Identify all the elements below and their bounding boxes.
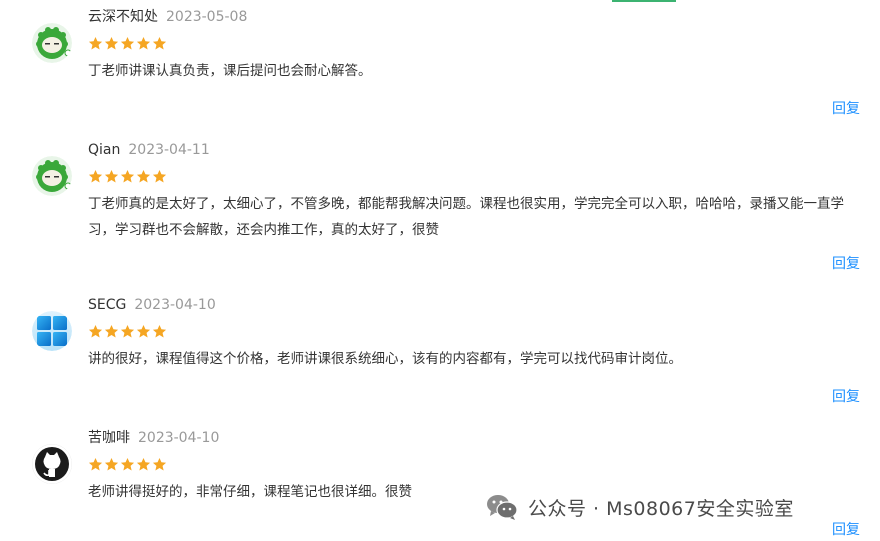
watermark-text: 公众号 · Ms08067安全实验室 [528,497,794,520]
username: SECG [88,297,127,313]
avatar[interactable] [32,444,72,484]
username: 云深不知处 [88,9,158,25]
avatar[interactable] [32,156,72,196]
star-icon [88,457,103,471]
review-meta: 苦咖啡 2023-04-10 [88,429,219,447]
review-item: 苦咖啡 2023-04-10 老师讲得挺好的，非常仔细，课程笔记也很详细。很赞 回… [0,429,880,541]
star-icon [152,457,167,471]
wechat-logo-icon [487,495,518,520]
top-accent-strip [612,0,676,2]
green-cactus-avatar-icon [32,156,72,196]
review-text: 讲的很好，课程值得这个价格，老师讲课很系统细心，该有的内容都有，学完可以找代码审… [88,351,682,367]
star-rating [88,36,167,51]
star-icon [136,169,151,183]
review-meta: 云深不知处 2023-05-08 [88,8,247,26]
review-item: Qian 2023-04-11 丁老师真的是太好了，太细心了，不管多晚，都能帮我解… [0,141,880,281]
star-icon [104,36,119,50]
green-cactus-avatar-icon [32,23,72,63]
review-date: 2023-05-08 [166,9,248,25]
star-icon [136,36,151,50]
star-icon [120,324,135,338]
avatar[interactable] [32,23,72,63]
username: Qian [88,142,121,158]
star-rating [88,169,167,184]
star-rating [88,324,167,339]
star-icon [120,36,135,50]
star-icon [104,324,119,338]
star-icon [152,169,167,183]
star-icon [152,36,167,50]
star-icon [88,324,103,338]
reply-link[interactable]: 回复 [832,98,860,118]
avatar[interactable] [32,311,72,351]
star-icon [88,169,103,183]
reply-link[interactable]: 回复 [832,253,860,273]
star-icon [120,169,135,183]
review-text: 丁老师讲课认真负责，课后提问也会耐心解答。 [88,63,372,79]
reply-link[interactable]: 回复 [832,386,860,406]
review-meta: SECG 2023-04-10 [88,296,216,314]
review-item: SECG 2023-04-10 讲的很好，课程值得这个价格，老师讲课很系统细心，该… [0,296,880,426]
star-icon [104,169,119,183]
review-item: 云深不知处 2023-05-08 丁老师讲课认真负责，课后提问也会耐心解答。 回复 [0,8,880,138]
review-text: 丁老师真的是太好了，太细心了，不管多晚，都能帮我解决问题。课程也很实用，学完完全… [88,196,844,238]
star-icon [152,324,167,338]
reply-link[interactable]: 回复 [832,519,860,539]
star-icon [120,457,135,471]
star-icon [104,457,119,471]
watermark: 公众号 · Ms08067安全实验室 [486,492,794,522]
star-rating [88,457,167,472]
review-meta: Qian 2023-04-11 [88,141,210,159]
windows-logo-avatar-icon [32,311,72,351]
star-icon [136,324,151,338]
username: 苦咖啡 [88,430,130,446]
github-octocat-avatar-icon [32,444,72,484]
review-date: 2023-04-10 [134,297,216,313]
review-date: 2023-04-10 [138,430,220,446]
review-date: 2023-04-11 [128,142,210,158]
star-icon [88,36,103,50]
star-icon [136,457,151,471]
